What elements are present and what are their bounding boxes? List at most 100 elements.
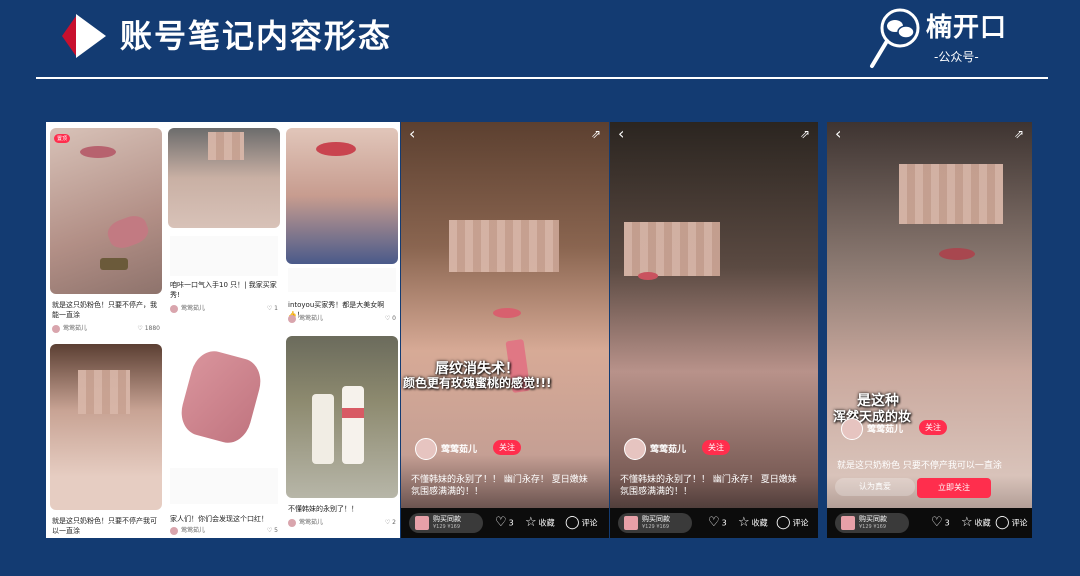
- back-icon[interactable]: ‹: [409, 126, 415, 142]
- note-thumbnail: [168, 344, 280, 454]
- author-name: 莺莺茹儿: [299, 315, 324, 322]
- author-name: 莺莺茹儿: [63, 325, 88, 332]
- avatar: [624, 438, 646, 460]
- title-arrow-icon: [62, 14, 106, 58]
- collect-button[interactable]: ☆ 收藏: [525, 515, 555, 532]
- note-meta: 莺莺茹儿 ♡ 2: [288, 518, 396, 528]
- product-image: [415, 516, 429, 530]
- buy-label: 购买同款: [642, 515, 670, 523]
- buy-same-button[interactable]: 购买同款 ¥129 ¥169: [618, 513, 692, 533]
- secondary-cta-button[interactable]: 认为真爱: [835, 478, 915, 496]
- video-screenshot: ‹ ⇗ 唇纹消失术！ 颜色更有玫瑰蜜桃的感觉!!! 莺莺茹儿 关注 不懂韩妹的永…: [401, 122, 609, 538]
- note-meta: 莺莺茹儿 ♡ 5: [170, 526, 278, 536]
- avatar: [52, 324, 60, 333]
- star-icon: ☆: [525, 515, 537, 530]
- back-icon[interactable]: ‹: [835, 126, 841, 142]
- brand-subtitle: -公众号-: [934, 50, 979, 64]
- collect-button[interactable]: ☆ 收藏: [738, 515, 768, 532]
- like-button[interactable]: ♡ 3: [495, 515, 514, 532]
- video-screenshot: ‹ ⇗ 是这种 浑然天成的妆 莺莺茹儿 关注 就是这只奶粉色 只要不停产我可以一…: [827, 122, 1032, 538]
- title-underline: [36, 77, 1048, 79]
- avatar: [170, 304, 178, 313]
- video-action-bar: 购买同款 ¥129 ¥169 ♡ 3 ☆ 收藏 ◯ 评论: [610, 508, 818, 538]
- follow-now-button[interactable]: 立即关注: [917, 478, 991, 498]
- share-icon[interactable]: ⇗: [591, 126, 601, 142]
- product-image: [841, 516, 855, 530]
- video-description: 不懂韩妹的永别了！！ 幽门永存！ 夏日嫩妹氛围感满满的！！: [411, 475, 588, 497]
- author-name: 莺莺茹儿: [650, 445, 687, 455]
- comment-icon: ◯: [776, 515, 791, 530]
- author-name: 莺莺茹儿: [299, 519, 324, 526]
- buy-same-button[interactable]: 购买同款 ¥129 ¥169: [409, 513, 483, 533]
- author-name: 莺莺茹儿: [181, 527, 206, 534]
- collect-button[interactable]: ☆ 收藏: [961, 515, 991, 532]
- like-button[interactable]: ♡ 3: [931, 515, 950, 532]
- pinned-tag: 置顶: [54, 134, 71, 143]
- note-thumbnail: [50, 344, 162, 510]
- heart-icon: ♡: [931, 515, 943, 530]
- product-price: ¥129 ¥169: [859, 524, 887, 530]
- avatar: [415, 438, 437, 460]
- note-title: 家人们！你们会发现这个口红！: [170, 515, 268, 523]
- back-icon[interactable]: ‹: [618, 126, 624, 142]
- avatar: [170, 526, 178, 535]
- author-name: 莺莺茹儿: [181, 305, 206, 312]
- video-caption: 颜色更有玫瑰蜜桃的感觉!!!: [403, 376, 552, 390]
- like-button[interactable]: ♡ 3: [708, 515, 727, 532]
- avatar: [288, 314, 296, 323]
- like-count: ♡ 1880: [137, 325, 160, 332]
- buy-label: 购买同款: [859, 515, 887, 523]
- note-thumbnail: [168, 128, 280, 228]
- comment-icon: ◯: [565, 515, 580, 530]
- comment-button[interactable]: ◯ 评论: [565, 515, 598, 532]
- buy-same-button[interactable]: 购买同款 ¥129 ¥169: [835, 513, 909, 533]
- avatar: [288, 518, 296, 527]
- comment-button[interactable]: ◯ 评论: [776, 515, 809, 532]
- note-thumbnail: [286, 128, 398, 264]
- video-description: 就是这只奶粉色 只要不停产我可以一直涂: [837, 461, 1002, 471]
- share-icon[interactable]: ⇗: [800, 126, 810, 142]
- like-count: ♡ 1: [266, 305, 278, 312]
- video-screenshot: ‹ ⇗ 莺莺茹儿 关注 不懂韩妹的永别了！！ 幽门永存！ 夏日嫩妹氛围感满满的！…: [610, 122, 818, 538]
- note-title: 就是这只奶粉色！只要不停产，我能一直涂: [52, 301, 157, 319]
- page-title: 账号笔记内容形态: [120, 17, 393, 55]
- note-title: 就是这只奶粉色！只要不停产我可以一直涂: [52, 517, 157, 535]
- video-action-bar: 购买同款 ¥129 ¥169 ♡ 3 ☆ 收藏 ◯ 评论: [401, 508, 609, 538]
- follow-button[interactable]: 关注: [702, 440, 730, 455]
- video-description: 不懂韩妹的永别了！！ 幽门永存！ 夏日嫩妹氛围感满满的！！: [620, 475, 797, 497]
- video-action-bar: 购买同款 ¥129 ¥169 ♡ 3 ☆ 收藏 ◯ 评论: [827, 508, 1032, 538]
- product-price: ¥129 ¥169: [642, 524, 670, 530]
- follow-button[interactable]: 关注: [919, 420, 947, 435]
- note-thumbnail: [50, 128, 162, 294]
- star-icon: ☆: [738, 515, 750, 530]
- video-author: 莺莺茹儿 关注: [624, 438, 804, 460]
- magnifier-chat-icon: [870, 8, 920, 68]
- note-meta: 莺莺茹儿 ♡ 1: [170, 304, 278, 314]
- note-meta: 莺莺茹儿 ♡ 1880: [52, 324, 160, 334]
- buy-label: 购买同款: [433, 515, 461, 523]
- brand-name: 楠开口: [926, 13, 1008, 43]
- note-feed-screenshot: 置顶 就是这只奶粉色！只要不停产，我能一直涂 莺莺茹儿 ♡ 1880 就是这只奶粉…: [46, 122, 400, 538]
- author-name: 莺莺茹儿: [867, 425, 904, 435]
- comment-icon: ◯: [995, 515, 1010, 530]
- like-count: ♡ 0: [384, 315, 396, 322]
- video-author: 莺莺茹儿 关注: [841, 418, 1021, 440]
- author-name: 莺莺茹儿: [441, 445, 478, 455]
- brand-logo: 楠开口 -公众号-: [868, 6, 1028, 72]
- note-title: 咱咔一口气入手10 只！| 我家买家秀!: [170, 281, 277, 299]
- follow-button[interactable]: 关注: [493, 440, 521, 455]
- share-icon[interactable]: ⇗: [1014, 126, 1024, 142]
- note-meta: 莺莺茹儿 ♡ 0: [288, 314, 396, 324]
- like-count: ♡ 5: [266, 527, 278, 534]
- product-image: [624, 516, 638, 530]
- comment-button[interactable]: ◯ 评论: [995, 515, 1028, 532]
- note-title: 不懂韩妹的永别了！！: [288, 505, 358, 513]
- video-author: 莺莺茹儿 关注: [415, 438, 595, 460]
- star-icon: ☆: [961, 515, 973, 530]
- product-price: ¥129 ¥169: [433, 524, 461, 530]
- avatar: [841, 418, 863, 440]
- heart-icon: ♡: [708, 515, 720, 530]
- heart-icon: ♡: [495, 515, 507, 530]
- note-thumbnail: [286, 336, 398, 498]
- like-count: ♡ 2: [384, 519, 396, 526]
